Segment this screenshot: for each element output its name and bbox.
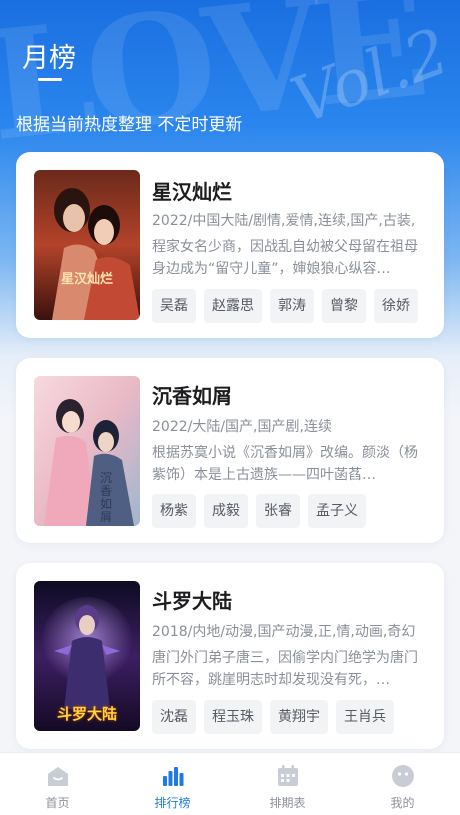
tab-schedule[interactable]: 排期表 [230, 753, 345, 815]
show-meta: 2018/内地/动漫,国产动漫,正,情,动画,奇幻 [152, 624, 416, 640]
cast-tag[interactable]: 程玉珠 [204, 700, 262, 734]
ranking-card[interactable]: 斗罗大陆 斗罗大陆 2018/内地/动漫,国产动漫,正,情,动画,奇幻 唐门外门… [16, 563, 444, 749]
page-title: 月榜 [22, 43, 76, 74]
cast-tags: 杨紫 成毅 张睿 孟子义 [152, 494, 366, 528]
show-title[interactable]: 斗罗大陆 [152, 585, 232, 614]
cast-tag[interactable]: 吴磊 [152, 289, 196, 323]
cast-tag[interactable]: 王肖兵 [336, 700, 394, 734]
cast-tag[interactable]: 杨紫 [152, 494, 196, 528]
cast-tags: 沈磊 程玉珠 黄翔宇 王肖兵 [152, 700, 394, 734]
cast-tag[interactable]: 黄翔宇 [270, 700, 328, 734]
tab-label: 我的 [390, 796, 415, 810]
cast-tag[interactable]: 郭涛 [270, 289, 314, 323]
ranking-card[interactable]: 沉香如屑 沉香如屑 2022/大陆/国产,国产剧,连续 根据苏寞小说《沉香如屑》… [16, 358, 444, 543]
show-description: 唐门外门弟子唐三，因偷学内门绝学为唐门所不容，跳崖明志时却发现没有死，… [152, 650, 418, 688]
home-icon [47, 767, 68, 786]
poster-image: 星汉灿烂 [34, 170, 140, 320]
show-title[interactable]: 星汉灿烂 [152, 176, 232, 205]
tab-label: 排期表 [269, 796, 306, 810]
calendar-icon [277, 765, 298, 786]
poster-caption: 星汉灿烂 [60, 272, 113, 287]
cast-tags: 吴磊 赵露思 郭涛 曾黎 徐娇 [152, 289, 418, 323]
cast-tag[interactable]: 孟子义 [308, 494, 366, 528]
cast-tag[interactable]: 成毅 [204, 494, 248, 528]
show-meta: 2022/中国大陆/剧情,爱情,连续,国产,古装, [152, 213, 416, 229]
page-subtitle: 根据当前热度整理 不定时更新 [16, 115, 243, 135]
show-description: 程家女名少商，因战乱自幼被父母留在祖母身边成为“留守儿童”，婶娘狼心纵容… [152, 239, 418, 277]
tab-home[interactable]: 首页 [0, 753, 115, 815]
bottom-tab-bar: 首页 排行榜 排期表 我的 [0, 752, 460, 815]
show-description: 根据苏寞小说《沉香如屑》改编。颜淡（杨紫饰）本是上古遗族——四叶菡萏… [152, 445, 418, 483]
cast-tag[interactable]: 沈磊 [152, 700, 196, 734]
show-meta: 2022/大陆/国产,国产剧,连续 [152, 419, 332, 435]
profile-icon [391, 765, 414, 787]
title-underline [38, 78, 62, 81]
cast-tag[interactable]: 赵露思 [204, 289, 262, 323]
cast-tag[interactable]: 曾黎 [322, 289, 366, 323]
cast-tag[interactable]: 张睿 [256, 494, 300, 528]
poster-caption: 斗罗大陆 [56, 705, 117, 723]
show-title[interactable]: 沉香如屑 [152, 380, 232, 409]
ranking-card[interactable]: 星汉灿烂 星汉灿烂 2022/中国大陆/剧情,爱情,连续,国产,古装, 程家女名… [16, 152, 444, 338]
tab-label: 首页 [45, 796, 70, 810]
poster-image: 沉香如屑 [34, 376, 140, 526]
poster-caption: 沉香如屑 [100, 471, 113, 524]
poster-image: 斗罗大陆 [34, 581, 140, 731]
tab-profile[interactable]: 我的 [345, 753, 460, 815]
tab-ranking[interactable]: 排行榜 [115, 753, 230, 815]
tab-label: 排行榜 [154, 796, 191, 810]
ranking-icon [162, 767, 183, 786]
cast-tag[interactable]: 徐娇 [374, 289, 418, 323]
